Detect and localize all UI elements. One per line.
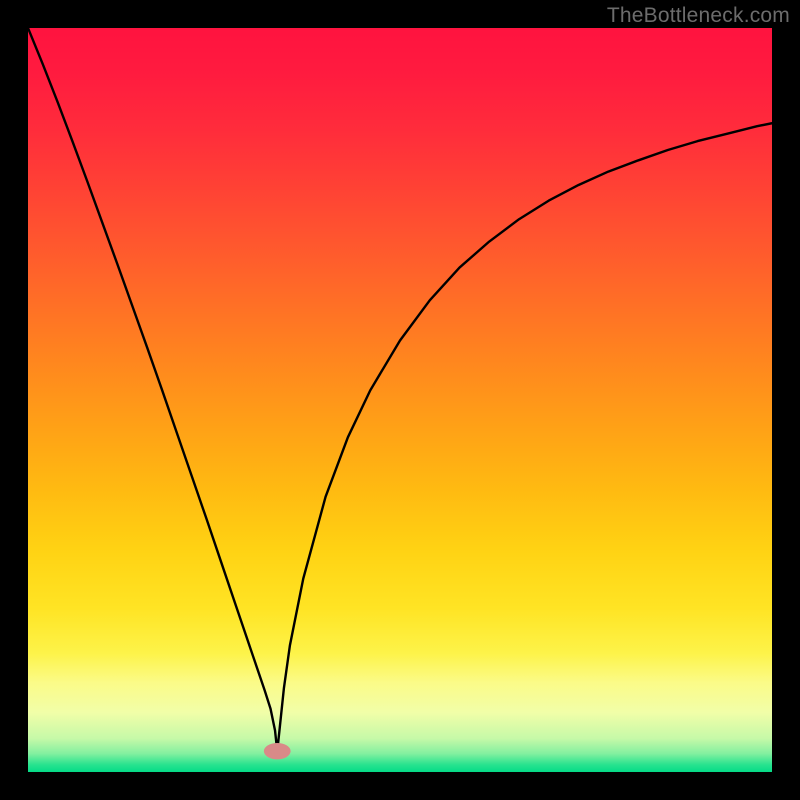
chart-plot <box>28 28 772 772</box>
chart-frame: TheBottleneck.com <box>0 0 800 800</box>
chart-background <box>28 28 772 772</box>
optimal-point-marker <box>264 743 291 759</box>
watermark-text: TheBottleneck.com <box>607 4 790 28</box>
